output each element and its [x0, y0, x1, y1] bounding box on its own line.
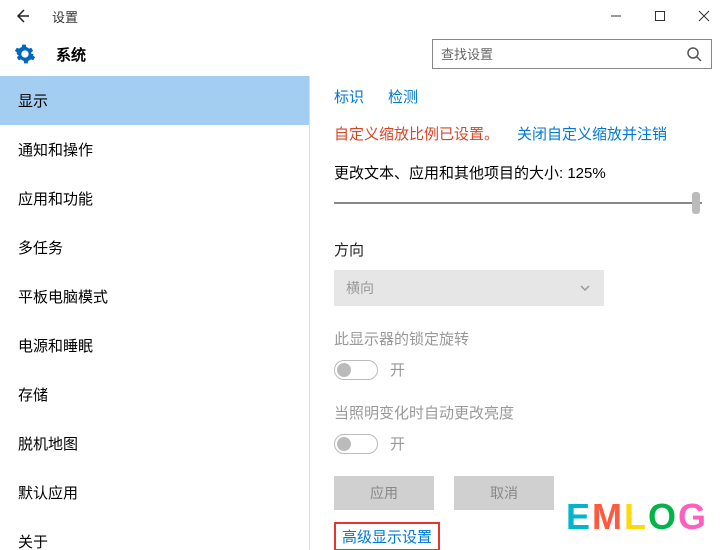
orientation-label: 方向	[334, 239, 702, 260]
cancel-button[interactable]: 取消	[454, 476, 554, 510]
advanced-display-settings-link[interactable]: 高级显示设置	[334, 522, 440, 550]
rotation-lock-state: 开	[390, 359, 405, 380]
scale-value: 125%	[567, 165, 605, 182]
minimize-button[interactable]	[594, 0, 638, 32]
maximize-button[interactable]	[638, 0, 682, 32]
sidebar-item-label: 电源和睡眠	[18, 338, 93, 355]
close-icon	[698, 10, 710, 22]
scale-status-row: 自定义缩放比例已设置。 关闭自定义缩放并注销	[334, 123, 702, 144]
sidebar: 显示 通知和操作 应用和功能 多任务 平板电脑模式 电源和睡眠 存储 脱机地图 …	[0, 76, 310, 550]
sidebar-item-apps[interactable]: 应用和功能	[0, 174, 309, 223]
scale-label: 更改文本、应用和其他项目的大小: 125%	[334, 162, 702, 183]
sidebar-item-tablet-mode[interactable]: 平板电脑模式	[0, 272, 309, 321]
toggle-knob	[337, 363, 351, 377]
search-box[interactable]	[432, 39, 712, 69]
content: 标识 检测 自定义缩放比例已设置。 关闭自定义缩放并注销 更改文本、应用和其他项…	[310, 76, 726, 550]
sidebar-item-label: 默认应用	[18, 485, 78, 502]
page-title: 系统	[56, 44, 86, 65]
search-input[interactable]	[441, 47, 685, 62]
sidebar-item-label: 显示	[18, 93, 48, 110]
sidebar-item-display[interactable]: 显示	[0, 76, 309, 125]
identify-link[interactable]: 标识	[334, 86, 364, 107]
rotation-lock-row: 开	[334, 359, 702, 380]
header-left: 系统	[14, 43, 86, 65]
sidebar-item-label: 多任务	[18, 240, 63, 257]
slider-thumb[interactable]	[692, 192, 700, 214]
titlebar: 设置	[0, 0, 726, 32]
sidebar-item-label: 应用和功能	[18, 191, 93, 208]
maximize-icon	[654, 10, 666, 22]
detect-link[interactable]: 检测	[388, 86, 418, 107]
scale-slider[interactable]	[334, 191, 702, 215]
sidebar-item-label: 存储	[18, 387, 48, 404]
sidebar-item-power-sleep[interactable]: 电源和睡眠	[0, 321, 309, 370]
sidebar-item-offline-maps[interactable]: 脱机地图	[0, 419, 309, 468]
sidebar-item-storage[interactable]: 存储	[0, 370, 309, 419]
sidebar-item-label: 脱机地图	[18, 436, 78, 453]
window-title: 设置	[52, 7, 78, 26]
sidebar-item-notifications[interactable]: 通知和操作	[0, 125, 309, 174]
minimize-icon	[610, 10, 622, 22]
scale-status-message: 自定义缩放比例已设置。	[334, 123, 499, 144]
back-arrow-icon	[13, 7, 31, 25]
back-button[interactable]	[10, 4, 34, 28]
orientation-selected: 横向	[346, 278, 374, 298]
rotation-lock-toggle[interactable]	[334, 360, 378, 380]
search-icon	[685, 45, 703, 63]
auto-brightness-row: 开	[334, 433, 702, 454]
header-row: 系统	[0, 32, 726, 76]
sidebar-item-label: 平板电脑模式	[18, 289, 108, 306]
toggle-knob	[337, 437, 351, 451]
sidebar-item-default-apps[interactable]: 默认应用	[0, 468, 309, 517]
chevron-down-icon	[578, 281, 592, 295]
close-button[interactable]	[682, 0, 726, 32]
display-top-links: 标识 检测	[334, 86, 702, 107]
main-area: 显示 通知和操作 应用和功能 多任务 平板电脑模式 电源和睡眠 存储 脱机地图 …	[0, 76, 726, 550]
slider-track-line	[334, 202, 702, 204]
rotation-lock-label: 此显示器的锁定旋转	[334, 328, 702, 349]
scale-status-action[interactable]: 关闭自定义缩放并注销	[517, 123, 667, 144]
auto-brightness-label: 当照明变化时自动更改亮度	[334, 402, 702, 423]
apply-button[interactable]: 应用	[334, 476, 434, 510]
sidebar-item-multitasking[interactable]: 多任务	[0, 223, 309, 272]
window-controls	[594, 0, 726, 32]
sidebar-item-about[interactable]: 关于	[0, 517, 309, 550]
sidebar-item-label: 关于	[18, 534, 48, 550]
orientation-dropdown[interactable]: 横向	[334, 270, 604, 306]
titlebar-left: 设置	[10, 4, 78, 28]
auto-brightness-state: 开	[390, 433, 405, 454]
sidebar-item-label: 通知和操作	[18, 142, 93, 159]
settings-gear-icon	[14, 43, 36, 65]
auto-brightness-toggle[interactable]	[334, 434, 378, 454]
watermark: EMLOG	[566, 496, 708, 538]
